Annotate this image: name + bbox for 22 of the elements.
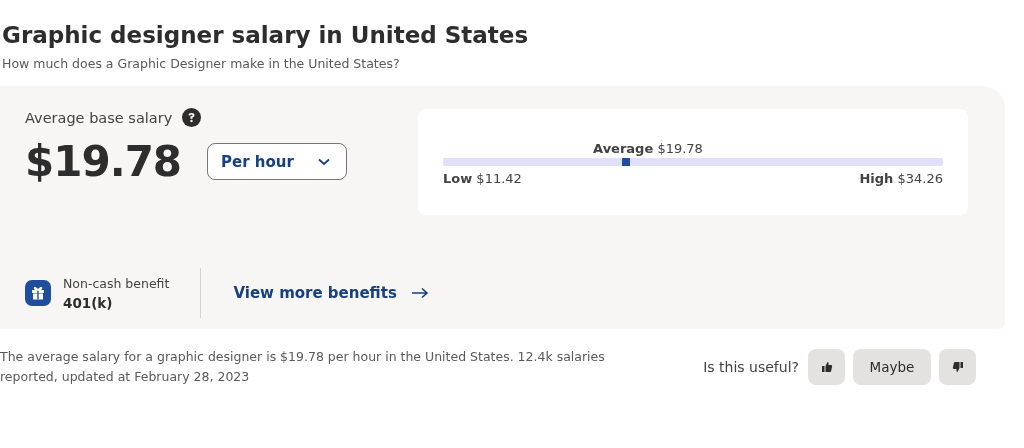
benefit-label: Non-cash benefit <box>63 275 170 291</box>
period-dropdown[interactable]: Per hour <box>207 143 348 180</box>
help-icon[interactable] <box>182 108 202 127</box>
thumbs-up-icon <box>820 361 833 373</box>
salary-note: The average salary for a graphic designer is $19.78 per hour in the United States. 12.4k salaries reported, updated at February 28, 2023 <box>0 348 606 386</box>
view-benefits-link[interactable]: View more benefits <box>233 284 429 302</box>
page-title: Graphic designer salary in United States <box>2 22 530 48</box>
high-label: High $34.26 <box>859 171 943 186</box>
thumbs-down-button[interactable] <box>939 349 976 385</box>
arrow-right-icon <box>410 287 429 299</box>
average-label: Average $19.78 <box>593 141 703 156</box>
maybe-button[interactable]: Maybe <box>853 349 931 385</box>
chevron-down-icon <box>318 157 331 166</box>
salary-amount: $19.78 <box>25 137 182 186</box>
page-subtitle: How much does a Graphic Designer make in the United States? <box>2 56 401 71</box>
feedback-question: Is this useful? <box>703 359 799 375</box>
salary-label: Average base salary <box>25 109 173 126</box>
benefit-value: 401(k) <box>63 294 114 311</box>
thumbs-down-icon <box>951 361 964 373</box>
gift-icon <box>25 280 51 306</box>
low-label: Low $11.42 <box>443 171 522 186</box>
thumbs-up-button[interactable] <box>808 349 845 385</box>
